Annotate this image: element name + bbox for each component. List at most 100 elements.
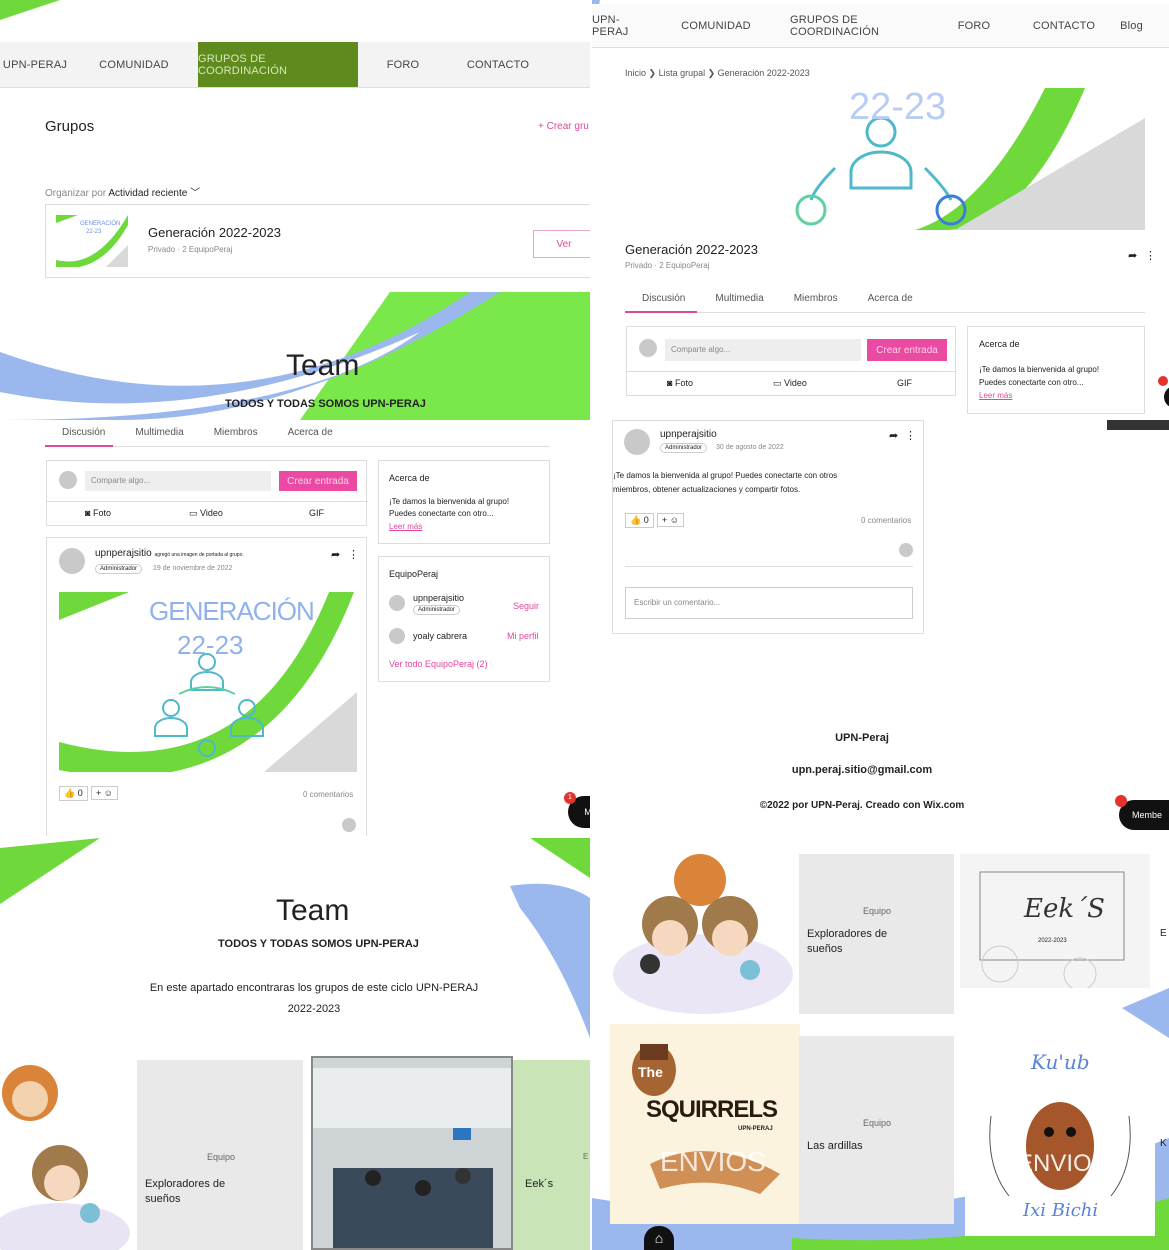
more-options-icon[interactable]: ⋮ <box>1145 249 1156 262</box>
group-name: Generación 2022-2023 <box>625 242 758 257</box>
comment-input[interactable]: Escribir un comentario... <box>625 587 913 619</box>
create-post-button[interactable]: Crear entrada <box>867 339 947 361</box>
post-action: agregó una imagen de portada al grupo. <box>154 552 244 558</box>
edge-card-label: E <box>1160 928 1167 939</box>
tab-acerca[interactable]: Acerca de <box>288 427 333 438</box>
footer-name: UPN-Peraj <box>835 732 889 744</box>
tab-multimedia[interactable]: Multimedia <box>715 293 763 304</box>
group-detail-panel: UPN-PERAJ COMUNIDAD GRUPOS DE COORDINACI… <box>592 0 1169 836</box>
sort-value: Actividad reciente <box>108 188 188 199</box>
view-group-button[interactable]: Ver <box>533 230 590 258</box>
nav-grupos[interactable]: GRUPOS DE COORDINACIÓN <box>198 42 358 87</box>
tab-miembros[interactable]: Miembros <box>794 293 838 304</box>
like-button[interactable]: 👍 0 <box>625 513 654 528</box>
footer-copyright: ©2022 por UPN-Peraj. Creado con Wix.com <box>759 800 965 811</box>
chevron-down-icon: ﹀ <box>190 188 201 199</box>
team-card-squirrels[interactable]: Equipo Las ardillas <box>799 1036 954 1224</box>
post-text-2: miembros, obtener actualizaciones y comp… <box>613 485 801 494</box>
team-card-eeks[interactable]: Eek´s E <box>513 1060 590 1250</box>
nav-comunidad[interactable]: COMUNIDAD <box>70 42 198 87</box>
avatar <box>59 471 77 489</box>
share-icon[interactable]: ➦ <box>331 548 340 561</box>
read-more-link[interactable]: Leer más <box>979 391 1012 400</box>
share-icon[interactable]: ➦ <box>1128 249 1137 262</box>
post-author[interactable]: upnperajsitio <box>95 548 152 559</box>
sort-control[interactable]: Organizar por Actividad reciente ﹀ <box>45 184 200 199</box>
active-tab-indicator <box>45 445 113 447</box>
nav-foro[interactable]: FORO <box>914 4 1034 47</box>
team-card-explorers[interactable]: Equipo Exploradores de sueños <box>799 854 954 1014</box>
gif-button[interactable]: GIF <box>309 508 324 518</box>
breadcrumb-group-list[interactable]: Lista grupal <box>659 68 706 78</box>
explorers-image <box>610 854 797 1014</box>
tab-miembros[interactable]: Miembros <box>214 427 258 438</box>
more-options-icon[interactable]: ⋮ <box>348 548 359 561</box>
role-badge: Administrador <box>95 564 143 574</box>
share-icon[interactable]: ➦ <box>889 429 898 442</box>
more-options-icon[interactable]: ⋮ <box>905 429 916 442</box>
kuub-logo: Ku'ub <box>1031 1050 1090 1074</box>
nav-contacto[interactable]: CONTACTO <box>448 42 548 87</box>
eeks-logo-card[interactable]: Eek´S 2022-2023 <box>960 854 1150 988</box>
react-button[interactable]: + ☺ <box>91 786 118 800</box>
video-button[interactable]: ▭ Video <box>189 508 223 519</box>
group-card[interactable]: GENERACIÓN 22-23 Generación 2022-2023 Pr… <box>45 204 590 278</box>
follow-button[interactable]: Seguir <box>513 601 539 611</box>
squirrels-watermark: ENVIOS <box>660 1146 766 1177</box>
about-box: Acerca de ¡Te damos la bienvenida al gru… <box>967 326 1145 414</box>
post-card: upnperajsitio Administrador 30 de agosto… <box>612 420 924 634</box>
photo-button[interactable]: ◙ Foto <box>667 378 693 388</box>
page-title: Grupos <box>45 118 95 135</box>
about-text-2: Puedes conectarte con otro... <box>389 509 494 518</box>
squirrels-logo-card[interactable]: The SQUIRRELS UPN-PERAJ ENVIOS <box>610 1024 800 1224</box>
tab-discusion[interactable]: Discusión <box>62 427 105 438</box>
post-composer: Comparte algo... Crear entrada ◙ Foto ▭ … <box>46 460 368 526</box>
corner-decoration <box>0 0 60 20</box>
breadcrumb-home[interactable]: Inicio <box>625 68 646 78</box>
member-name[interactable]: yoaly cabrera <box>413 631 467 641</box>
react-button[interactable]: + ☺ <box>657 513 684 527</box>
breadcrumb: Inicio ❯ Lista grupal ❯ Generación 2022-… <box>625 68 810 79</box>
nav-upn-peraj[interactable]: UPN-PERAJ <box>0 42 70 87</box>
avatar <box>899 543 913 557</box>
share-input[interactable]: Comparte algo... <box>85 471 271 491</box>
video-button[interactable]: ▭ Video <box>773 378 807 389</box>
share-input[interactable]: Comparte algo... <box>665 339 861 361</box>
tab-multimedia[interactable]: Multimedia <box>135 427 183 438</box>
group-cover: 22-23 <box>625 88 1145 230</box>
read-more-link[interactable]: Leer más <box>389 522 422 531</box>
top-navigation: UPN-PERAJ COMUNIDAD GRUPOS DE COORDINACI… <box>592 4 1169 48</box>
create-post-button[interactable]: Crear entrada <box>279 471 357 491</box>
tab-discusion[interactable]: Discusión <box>642 293 685 304</box>
view-all-members-link[interactable]: Ver todo EquipoPeraj (2) <box>389 659 488 669</box>
nav-blog[interactable]: Blog <box>1094 4 1169 47</box>
post-date: 19 de noviembre de 2022 <box>153 565 233 572</box>
member-name[interactable]: upnperajsitio <box>413 593 464 603</box>
home-icon[interactable]: ⌂ <box>644 1226 674 1250</box>
my-profile-link[interactable]: Mi perfil <box>507 631 539 641</box>
gif-button[interactable]: GIF <box>897 378 912 388</box>
nav-upn-peraj[interactable]: UPN-PERAJ <box>592 4 642 47</box>
nav-grupos[interactable]: GRUPOS DE COORDINACIÓN <box>790 4 914 47</box>
kuub-logo-card[interactable]: Ku'ub ENVIO Ixi Bichi <box>965 1036 1155 1236</box>
photo-button[interactable]: ◙ Foto <box>85 508 111 518</box>
group-name[interactable]: Generación 2022-2023 <box>148 225 281 240</box>
tab-acerca[interactable]: Acerca de <box>868 293 913 304</box>
members-chat-button[interactable] <box>1164 386 1169 408</box>
card-name-2: sueños <box>807 943 843 955</box>
nav-contacto[interactable]: CONTACTO <box>1033 4 1095 47</box>
like-button[interactable]: 👍 0 <box>59 786 88 801</box>
eeks-sub: 2022-2023 <box>1038 938 1067 944</box>
kuub-sub: Ixi Bichi <box>1023 1200 1099 1221</box>
footer-email[interactable]: upn.peraj.sitio@gmail.com <box>592 764 1132 776</box>
create-group-link[interactable]: + Crear gru <box>538 121 589 132</box>
intro-year: 2022-2023 <box>287 1003 341 1015</box>
team-title: Team <box>276 894 350 927</box>
nav-comunidad[interactable]: COMUNIDAD <box>642 4 790 47</box>
members-button[interactable]: Membe <box>1119 800 1169 830</box>
about-title: Acerca de <box>979 339 1020 349</box>
team-card-explorers[interactable]: Equipo Exploradores de sueños <box>137 1060 303 1250</box>
nav-foro[interactable]: FORO <box>358 42 448 87</box>
post-author[interactable]: upnperajsitio <box>660 429 717 440</box>
avatar <box>639 339 657 357</box>
